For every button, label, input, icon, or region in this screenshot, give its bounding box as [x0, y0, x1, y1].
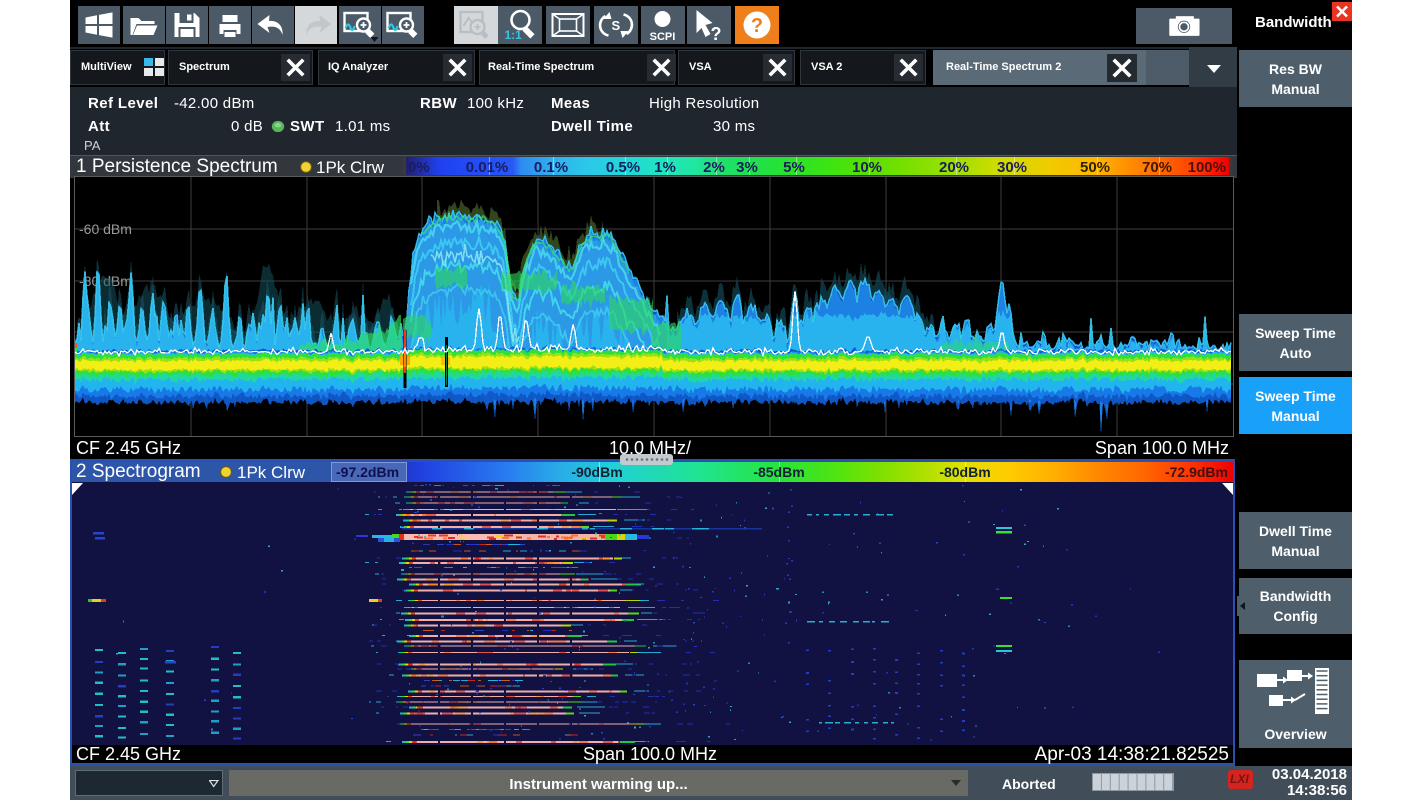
- svg-text:?: ?: [711, 24, 722, 44]
- svg-text:1:1: 1:1: [505, 28, 523, 42]
- svg-text:S: S: [612, 18, 621, 33]
- svg-text:?: ?: [751, 15, 763, 37]
- svg-text:-60 dBm: -60 dBm: [79, 221, 132, 237]
- svg-text:SCPI: SCPI: [650, 31, 676, 43]
